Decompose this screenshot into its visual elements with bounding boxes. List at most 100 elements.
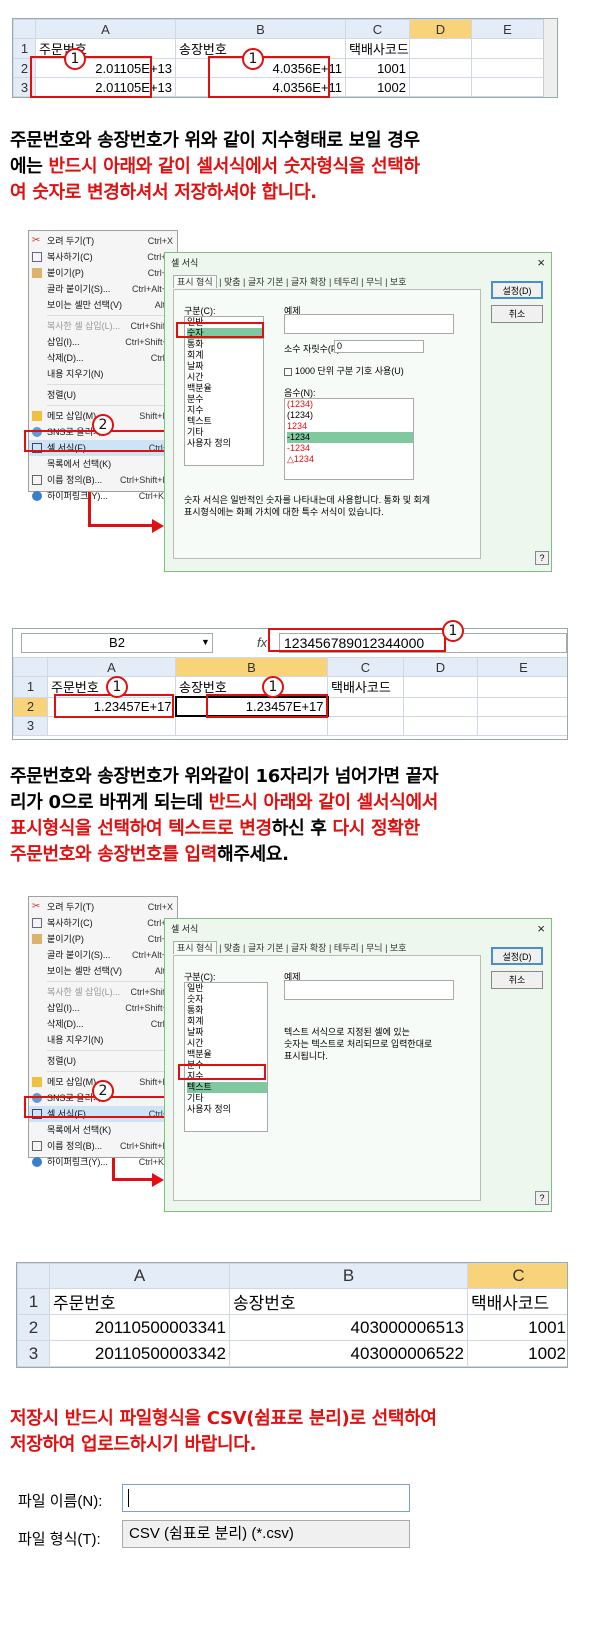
col-header-d[interactable]: D: [403, 657, 478, 677]
cell[interactable]: 1001: [345, 58, 410, 78]
menu-item-insert[interactable]: 삽입(I)... Ctrl+Shift+=: [29, 1000, 177, 1016]
tab-border[interactable]: 테두리: [334, 277, 359, 287]
menu-item-hyperlink[interactable]: 하이퍼링크(Y)... Ctrl+K,H: [29, 1154, 177, 1170]
close-icon[interactable]: ×: [537, 919, 545, 939]
list-item[interactable]: 통화: [187, 339, 263, 350]
file-name-input[interactable]: [122, 1484, 410, 1512]
menu-item-clear[interactable]: 내용 지우기(N): [29, 1032, 177, 1048]
list-item[interactable]: 사용자 정의: [187, 438, 263, 449]
col-header-e[interactable]: E: [477, 657, 567, 677]
tab-font-ext[interactable]: 글자 확장: [291, 943, 327, 953]
col-header-b[interactable]: B: [175, 19, 346, 39]
tab-format[interactable]: 표시 형식: [173, 275, 217, 288]
menu-item-paste[interactable]: 붙이기(P) Ctrl+V: [29, 265, 177, 281]
menu-item-paste-special[interactable]: 골라 붙이기(S)... Ctrl+Alt+V: [29, 947, 177, 963]
tab-font[interactable]: 글자 기본: [248, 943, 284, 953]
tab-protect[interactable]: 보호: [390, 277, 407, 287]
menu-item-pick-list[interactable]: 목록에서 선택(K): [29, 1122, 177, 1138]
list-item[interactable]: 시간: [187, 1038, 267, 1049]
cell[interactable]: 20110500003341: [49, 1314, 230, 1341]
col-header-a[interactable]: A: [49, 1263, 230, 1289]
menu-item-sort[interactable]: 정렬(U): [29, 387, 177, 403]
tab-pattern[interactable]: 무늬: [366, 277, 383, 287]
cell[interactable]: [471, 58, 544, 78]
menu-item-clear[interactable]: 내용 지우기(N): [29, 366, 177, 382]
cell[interactable]: [477, 715, 567, 736]
menu-item-define-name[interactable]: 이름 정의(B)... Ctrl+Shift+F3: [29, 472, 177, 488]
col-header-c[interactable]: C: [467, 1263, 567, 1289]
menu-item-delete[interactable]: 삭제(D)... Ctrl+-: [29, 350, 177, 366]
file-type-select[interactable]: CSV (쉼표로 분리) (*.csv): [122, 1520, 410, 1548]
help-button[interactable]: ?: [535, 1191, 549, 1205]
list-item[interactable]: 일반: [187, 983, 267, 994]
cell[interactable]: [403, 676, 478, 698]
list-item[interactable]: 날짜: [187, 361, 263, 372]
ok-button[interactable]: 설정(D): [491, 281, 543, 299]
thousands-checkbox[interactable]: 1000 단위 구분 기호 사용(U): [284, 364, 404, 377]
tab-align[interactable]: 맞춤: [224, 943, 241, 953]
col-header-a[interactable]: A: [35, 19, 176, 39]
cancel-button[interactable]: 취소: [491, 305, 543, 323]
list-item[interactable]: 기타: [187, 1093, 267, 1104]
function-icon[interactable]: fx: [257, 635, 267, 650]
col-header-b[interactable]: B: [229, 1263, 468, 1289]
negative-list[interactable]: (1234) (1234) 1234 -1234 -1234 △1234: [284, 398, 414, 480]
menu-item-copy[interactable]: 복사하기(C) Ctrl+C: [29, 249, 177, 265]
list-item[interactable]: 1234: [287, 421, 413, 432]
cell[interactable]: [327, 715, 404, 736]
col-header-b[interactable]: B: [175, 657, 328, 677]
menu-item-define-name[interactable]: 이름 정의(B)... Ctrl+Shift+F3: [29, 1138, 177, 1154]
cell[interactable]: 403000006522: [229, 1340, 468, 1367]
cell[interactable]: 1001: [467, 1314, 567, 1341]
tab-pattern[interactable]: 무늬: [366, 943, 383, 953]
category-list[interactable]: 일반 숫자 통화 회계 날짜 시간 백분율 분수 지수 텍스트 기타 사용자 정…: [184, 316, 264, 466]
namebox-dropdown-icon[interactable]: ▼: [201, 637, 210, 647]
cell[interactable]: [47, 715, 176, 736]
col-header-c[interactable]: C: [345, 19, 410, 39]
list-item[interactable]: 백분율: [187, 1049, 267, 1060]
menu-item-insert-copied[interactable]: 복사한 셀 삽입(L)... Ctrl+Shift+: [29, 318, 177, 334]
menu-item-delete[interactable]: 삭제(D)... Ctrl+-: [29, 1016, 177, 1032]
cell[interactable]: [327, 696, 404, 717]
list-item[interactable]: 지수: [187, 405, 263, 416]
list-item[interactable]: 텍스트: [187, 1082, 267, 1093]
list-item[interactable]: 회계: [187, 1016, 267, 1027]
list-item[interactable]: △1234: [287, 454, 413, 465]
cell[interactable]: [409, 58, 472, 78]
tab-font[interactable]: 글자 기본: [248, 277, 284, 287]
row-header[interactable]: 2: [13, 696, 48, 717]
category-list[interactable]: 일반 숫자 통화 회계 날짜 시간 백분율 분수 지수 텍스트 기타 사용자 정…: [184, 982, 268, 1132]
tab-font-ext[interactable]: 글자 확장: [291, 277, 327, 287]
menu-item-cut[interactable]: ✂ 오려 두기(T) Ctrl+X: [29, 899, 177, 915]
corner-cell[interactable]: [17, 1263, 50, 1289]
col-header-e[interactable]: E: [471, 19, 544, 39]
list-item[interactable]: 기타: [187, 427, 263, 438]
tab-protect[interactable]: 보호: [390, 943, 407, 953]
list-item[interactable]: 회계: [187, 350, 263, 361]
row-header[interactable]: 1: [17, 1288, 50, 1315]
cell[interactable]: [409, 77, 472, 97]
cell[interactable]: [477, 696, 567, 717]
menu-item-sort[interactable]: 정렬(U): [29, 1053, 177, 1069]
list-item[interactable]: 통화: [187, 1005, 267, 1016]
help-button[interactable]: ?: [535, 551, 549, 565]
menu-item-paste-special[interactable]: 골라 붙이기(S)... Ctrl+Alt+V: [29, 281, 177, 297]
menu-item-select-visible[interactable]: 보이는 셀만 선택(V)Alt+;: [29, 297, 177, 313]
list-item[interactable]: 날짜: [187, 1027, 267, 1038]
menu-item-pick-list[interactable]: 목록에서 선택(K): [29, 456, 177, 472]
cell[interactable]: 주문번호: [49, 1288, 230, 1315]
menu-item-copy[interactable]: 복사하기(C) Ctrl+C: [29, 915, 177, 931]
col-header-c[interactable]: C: [327, 657, 404, 677]
name-box[interactable]: B2: [21, 633, 213, 653]
row-header[interactable]: 3: [13, 715, 48, 736]
cell[interactable]: [471, 77, 544, 97]
ok-button[interactable]: 설정(D): [491, 947, 543, 965]
cell[interactable]: [409, 38, 472, 59]
cell[interactable]: 택배사코드: [467, 1288, 567, 1315]
cell[interactable]: 403000006513: [229, 1314, 468, 1341]
corner-cell[interactable]: [13, 19, 36, 39]
menu-item-hyperlink[interactable]: 하이퍼링크(Y)... Ctrl+K,H: [29, 488, 177, 504]
row-header[interactable]: 3: [17, 1340, 50, 1367]
menu-item-insert-copied[interactable]: 복사한 셀 삽입(L)... Ctrl+Shift+: [29, 984, 177, 1000]
cell[interactable]: [477, 676, 567, 698]
